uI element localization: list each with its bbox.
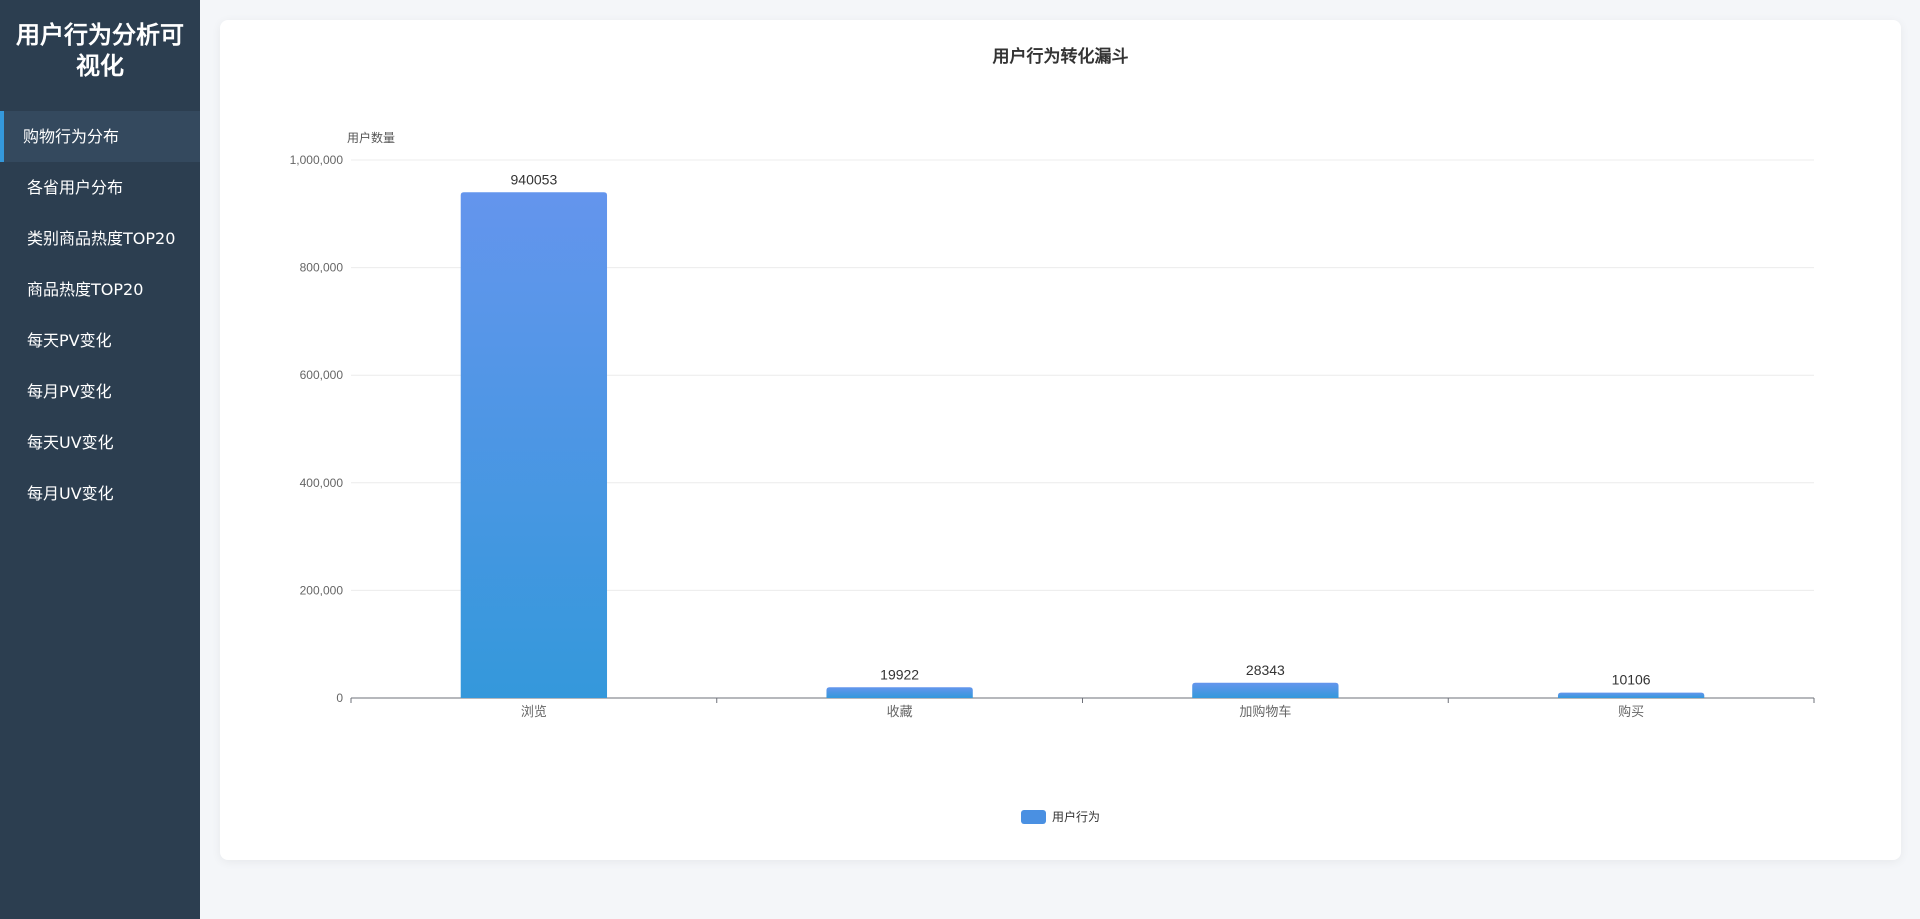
y-tick-label: 0 <box>336 691 343 705</box>
legend-swatch <box>1020 809 1046 824</box>
data-label: 28343 <box>1246 662 1285 678</box>
sidebar-item-5[interactable]: 每天PV变化 <box>0 315 200 366</box>
chart-legend[interactable]: 用户行为 <box>220 808 1901 825</box>
x-tick-label: 加购物车 <box>1239 704 1291 720</box>
data-label: 19922 <box>880 666 919 682</box>
app-title: 用户行为分析可视化 <box>16 21 184 80</box>
x-tick-label: 购买 <box>1618 704 1644 720</box>
y-tick-label: 800,000 <box>300 261 344 275</box>
data-label: 940053 <box>511 171 558 187</box>
y-tick-label: 200,000 <box>300 583 344 597</box>
bar-2[interactable] <box>826 687 973 698</box>
sidebar-item-3[interactable]: 类别商品热度TOP20 <box>0 213 200 264</box>
sidebar-item-8[interactable]: 每月UV变化 <box>0 468 200 519</box>
bar-chart: 用户数量 0 200,000 400,000 600,000 800,000 1,000,0… <box>290 130 1815 720</box>
y-tick-label: 1,000,000 <box>290 153 344 167</box>
bar-3[interactable] <box>1192 682 1339 698</box>
x-tick-label: 浏览 <box>521 704 547 720</box>
data-label: 10106 <box>1612 672 1651 688</box>
y-tick-label: 600,000 <box>300 368 344 382</box>
bar-4[interactable] <box>1557 692 1705 698</box>
sidebar: 用户行为分析可视化 购物行为分布 各省用户分布 类别商品热度TOP20 商品热度TOP… <box>0 0 200 919</box>
sidebar-item-4[interactable]: 商品热度TOP20 <box>0 264 200 315</box>
sidebar-item-2[interactable]: 各省用户分布 <box>0 162 200 213</box>
bar-1[interactable] <box>460 192 608 699</box>
legend-label: 用户行为 <box>1051 810 1100 824</box>
sidebar-item-1[interactable]: 购物行为分布 <box>0 111 200 162</box>
y-tick-label: 400,000 <box>300 476 344 490</box>
sidebar-item-6[interactable]: 每月PV变化 <box>0 366 200 417</box>
chart-card: 用户行为转化漏斗 用户数量 0 200,000 400,000 600,000 800,0… <box>220 20 1901 860</box>
sidebar-item-7[interactable]: 每天UV变化 <box>0 417 200 468</box>
nav-list: 购物行为分布 各省用户分布 类别商品热度TOP20 商品热度TOP20 每天PV变化 每月… <box>0 111 200 519</box>
y-axis-label: 用户数量 <box>347 130 395 145</box>
x-tick-label: 收藏 <box>887 705 913 720</box>
